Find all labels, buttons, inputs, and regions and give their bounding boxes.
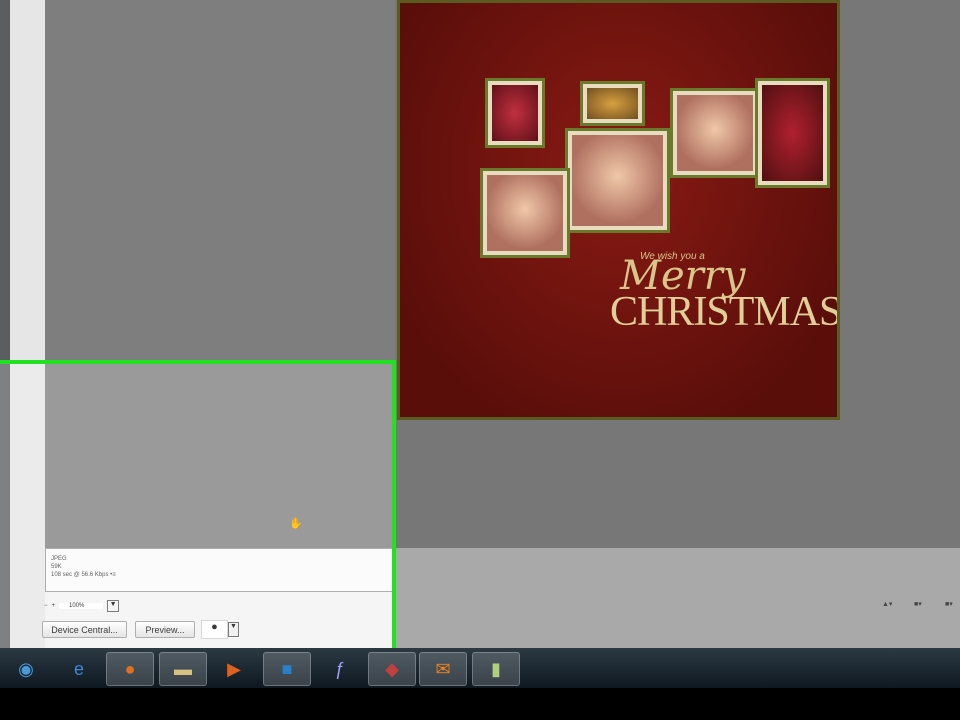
flash-icon[interactable]: ƒ (316, 652, 364, 686)
file-explorer-icon[interactable]: ▬ (159, 652, 207, 686)
highlight-rectangle (0, 360, 396, 666)
artwork-christmas-text: CHRISTMAS (610, 289, 840, 335)
color-tool-icon-2[interactable]: ■▾ (914, 600, 922, 608)
photo-ornaments-3 (755, 78, 830, 188)
mail-icon[interactable]: ✉ (419, 652, 467, 686)
firefox-icon[interactable]: ● (106, 652, 154, 686)
photo-ornaments-2 (580, 81, 645, 126)
start-button-icon[interactable]: ◉ (2, 652, 50, 686)
christmas-artwork: We wish you a Merry CHRISTMAS (397, 0, 840, 420)
photo-baby-face (565, 128, 670, 233)
color-tool-icon-3[interactable]: ■▾ (945, 600, 953, 608)
internet-explorer-icon[interactable]: e (55, 652, 103, 686)
photo-baby-eye (480, 168, 570, 258)
misc-app-icon[interactable]: ▮ (472, 652, 520, 686)
photo-baby-santa (670, 88, 760, 178)
color-tool-icon-1[interactable]: ▲▾ (882, 600, 892, 608)
mouse-cursor-icon: ✋ (289, 518, 303, 530)
media-player-icon[interactable]: ▶ (210, 652, 258, 686)
paint-icon[interactable]: ◆ (368, 652, 416, 686)
photo-ornaments (485, 78, 545, 148)
photoshop-icon[interactable]: ■ (263, 652, 311, 686)
